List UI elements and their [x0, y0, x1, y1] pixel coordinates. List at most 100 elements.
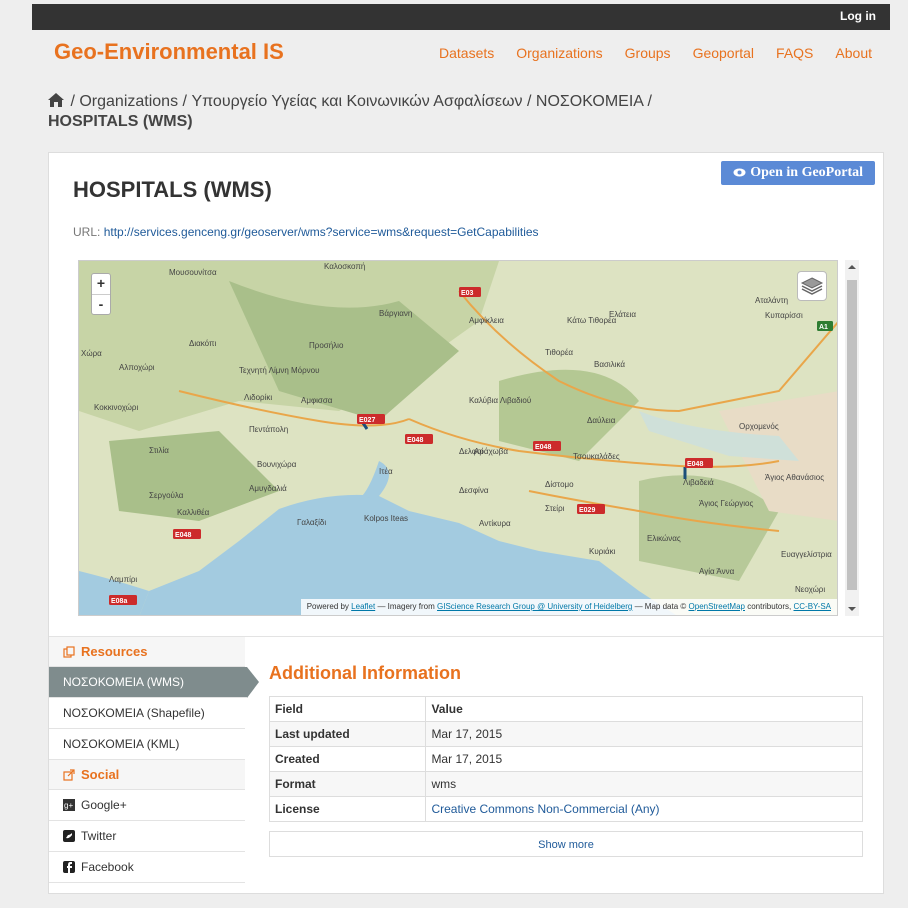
sidebar: Resources ΝΟΣΟΚΟΜΕΙΑ (WMS) ΝΟΣΟΚΟΜΕΙΑ (S… [49, 637, 259, 894]
map-place-label: Κοκκινοχώρι [94, 403, 138, 412]
map-place-label: Kolpos Iteas [364, 514, 408, 523]
scroll-up-arrow[interactable] [848, 265, 856, 269]
svg-text:E027: E027 [359, 417, 375, 424]
map-place-label: Ευαγγελίστρια [781, 550, 832, 559]
map-place-label: Δίστομο [545, 480, 574, 489]
giscience-link[interactable]: GIScience Research Group @ University of… [437, 602, 632, 611]
social-google-plus[interactable]: g+ Google+ [49, 790, 245, 821]
facebook-icon [63, 861, 75, 873]
nav-groups[interactable]: Groups [625, 45, 671, 61]
home-icon[interactable] [48, 93, 64, 107]
nav-faqs[interactable]: FAQS [776, 45, 813, 61]
svg-text:E08a: E08a [111, 598, 127, 605]
map-place-label: Διακόπι [189, 339, 217, 348]
login-link[interactable]: Log in [840, 9, 876, 23]
license-link[interactable]: CC-BY-SA [794, 602, 832, 611]
resource-title: HOSPITALS (WMS) [73, 177, 272, 202]
svg-text:E048: E048 [687, 461, 703, 468]
url-link[interactable]: http://services.genceng.gr/geoserver/wms… [104, 225, 539, 239]
resource-item-kml[interactable]: ΝΟΣΟΚΟΜΕΙΑ (KML) [49, 729, 245, 760]
osm-link[interactable]: OpenStreetMap [689, 602, 745, 611]
copy-icon [63, 646, 75, 658]
info-table: Field Value Last updated Mar 17, 2015 Cr… [268, 696, 863, 822]
value-cell: Mar 17, 2015 [425, 721, 863, 747]
value-cell: wms [425, 771, 863, 797]
map-place-label: Λιδορίκι [244, 393, 272, 402]
map-place-label: Αμφισσα [301, 396, 333, 405]
resource-card: Open in GeoPortal HOSPITALS (WMS) URL: h… [48, 152, 884, 894]
svg-text:E048: E048 [407, 437, 423, 444]
map-place-label: Νεοχώρι [795, 585, 825, 594]
road-shield: E048 [533, 441, 561, 451]
breadcrumb-separator: / [526, 93, 532, 110]
field-cell: Format [268, 771, 427, 797]
show-more-button[interactable]: Show more [269, 831, 863, 857]
additional-info-heading: Additional Information [269, 663, 461, 683]
map-place-label: Ελικώνας [647, 534, 681, 543]
map-place-label: Προσήλιο [309, 341, 344, 350]
breadcrumb-separator: / [182, 93, 187, 110]
open-in-geoportal-button[interactable]: Open in GeoPortal [721, 161, 875, 185]
breadcrumb-dataset[interactable]: ΝΟΣΟΚΟΜΕΙΑ [536, 93, 643, 110]
scroll-down-arrow[interactable] [848, 607, 856, 611]
map-place-label: Τεχνητή Λίμνη Μόρνου [239, 366, 320, 375]
nav-organizations[interactable]: Organizations [516, 45, 602, 61]
map-place-label: Άγιος Αθανάσιος [765, 473, 824, 482]
url-label: URL: [73, 225, 101, 239]
breadcrumb-organization[interactable]: Υπουργείο Υγείας και Κοινωνικών Ασφαλίσε… [191, 93, 522, 110]
map-place-label: Άγιος Γεώργιος [699, 499, 753, 508]
svg-text:A1: A1 [819, 324, 828, 331]
share-icon [63, 769, 75, 781]
map-place-label: Αμυγδαλιά [249, 484, 287, 493]
breadcrumb-organizations[interactable]: Organizations [79, 93, 178, 110]
nav-geoportal[interactable]: Geoportal [693, 45, 754, 61]
resource-item-shapefile[interactable]: ΝΟΣΟΚΟΜΕΙΑ (Shapefile) [49, 698, 245, 729]
social-facebook[interactable]: Facebook [49, 852, 245, 883]
social-heading-label: Social [81, 767, 120, 782]
map-place-label: Αντίκυρα [479, 519, 511, 528]
social-twitter[interactable]: Twitter [49, 821, 245, 852]
map-place-label: Αταλάντη [755, 296, 788, 305]
map-place-label: Αλποχώρι [119, 363, 155, 372]
table-row: Format wms [268, 771, 863, 797]
column-header-field: Field [268, 696, 427, 722]
table-header-row: Field Value [268, 696, 863, 722]
road-shield: E029 [577, 504, 605, 514]
layers-icon [800, 277, 824, 295]
road-shield: E08a [109, 595, 137, 605]
site-brand[interactable]: Geo-Environmental IS [54, 39, 284, 65]
map-place-label: Κυπαρίσσι [765, 311, 803, 320]
map-view[interactable]: Μουσουνίτσα Καλοσκοπή Βάργιανη Αμφίκλεια Κάτ… [78, 260, 838, 616]
map-place-label: Στιλία [149, 446, 169, 455]
top-bar: Log in [32, 4, 890, 30]
map-scrollbar[interactable] [845, 260, 859, 616]
map-place-label: Μουσουνίτσα [169, 268, 217, 277]
map-place-label: Λαμπίρι [109, 575, 137, 584]
map-place-label: Βάργιανη [379, 309, 412, 318]
leaflet-link[interactable]: Leaflet [351, 602, 375, 611]
eye-icon [733, 168, 746, 177]
zoom-out-button[interactable]: - [92, 294, 110, 314]
social-twitter-label: Twitter [81, 829, 117, 843]
map-place-label: Αμφίκλεια [469, 316, 504, 325]
layers-button[interactable] [797, 271, 827, 301]
breadcrumb-separator: / [70, 93, 75, 110]
map-place-label: Δαύλεια [587, 416, 616, 425]
resource-item-wms[interactable]: ΝΟΣΟΚΟΜΕΙΑ (WMS) [49, 667, 259, 698]
resource-url: URL: http://services.genceng.gr/geoserve… [73, 225, 539, 239]
zoom-in-button[interactable]: + [92, 274, 110, 294]
map-place-label: Ιτέα [379, 467, 393, 476]
nav-datasets[interactable]: Datasets [439, 45, 494, 61]
attribution-text: — Map data © [634, 602, 687, 611]
field-cell: Last updated [268, 721, 427, 747]
scroll-thumb[interactable] [847, 280, 857, 590]
road-shield: E048 [685, 458, 713, 468]
map-place-label: Χώρα [81, 349, 102, 358]
map-place-label: Λιβαδειά [683, 478, 714, 487]
map-place-label: Ελάτεια [609, 310, 636, 319]
nav-about[interactable]: About [835, 45, 872, 61]
license-value-link[interactable]: Creative Commons Non-Commercial (Any) [425, 796, 863, 822]
map-place-label: Καλοσκοπή [324, 262, 365, 271]
map-attribution: Powered by Leaflet — Imagery from GIScie… [300, 599, 837, 615]
google-plus-icon: g+ [63, 799, 75, 811]
